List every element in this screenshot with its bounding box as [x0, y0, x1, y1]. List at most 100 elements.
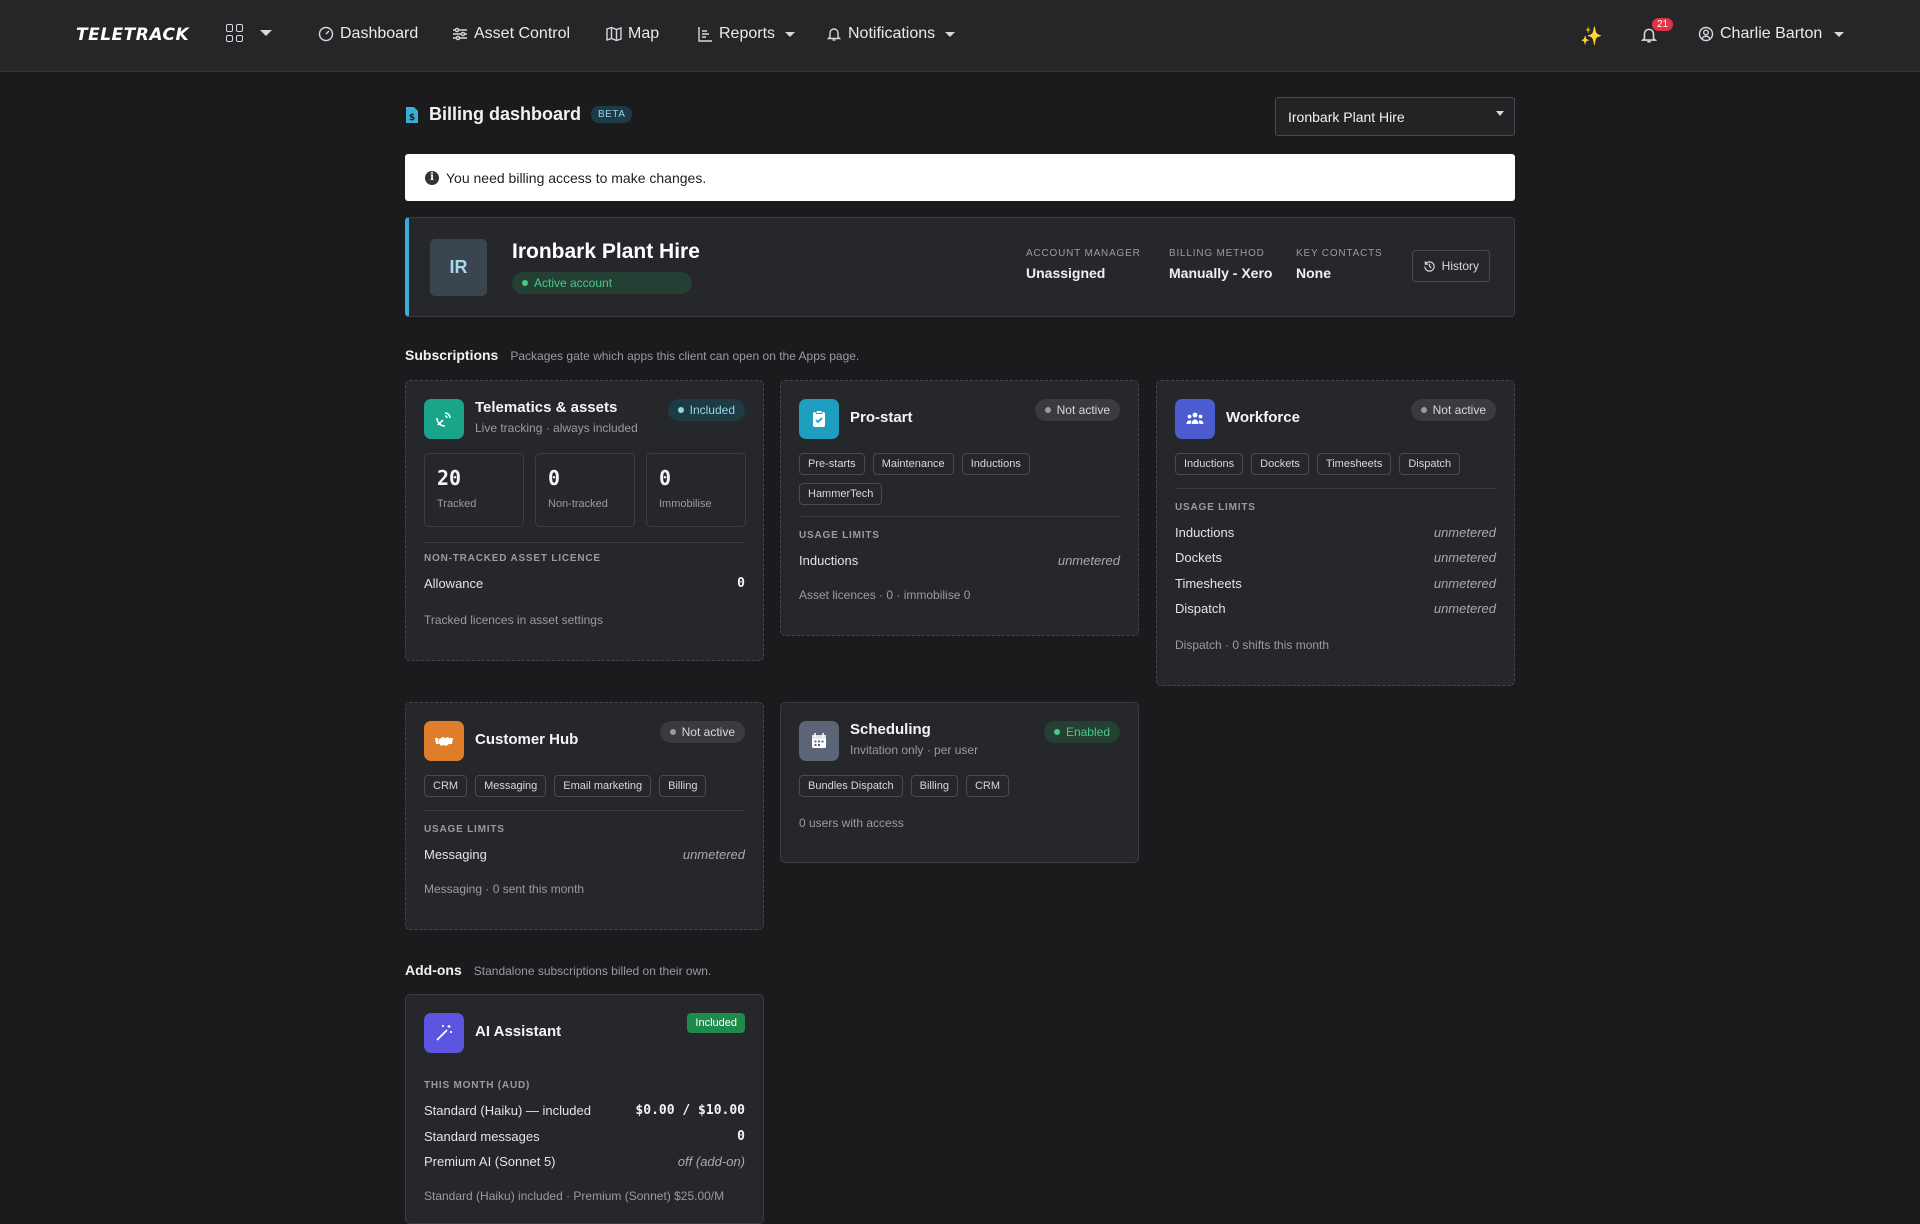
chevron-down-icon — [785, 31, 796, 37]
nav-reports[interactable]: Reports — [697, 25, 796, 43]
section-label: NON-TRACKED ASSET LICENCE — [424, 553, 601, 564]
row-label: Standard messages — [424, 1129, 540, 1144]
user-menu[interactable]: Charlie Barton — [1698, 25, 1845, 43]
nav-asset-control[interactable]: Asset Control — [452, 25, 570, 43]
chevron-down-icon — [1496, 111, 1504, 116]
ai-sparkle-icon[interactable]: ✨ — [1580, 26, 1602, 47]
package-customer-hub[interactable]: Customer Hub Not active CRM Messaging Em… — [405, 702, 764, 930]
chart-bar-icon — [698, 27, 712, 42]
feature-tag: CRM — [424, 775, 468, 797]
badge-text: Not active — [681, 725, 735, 739]
usage-row: Dockets unmetered — [1175, 550, 1496, 565]
not-active-badge: Not active — [1410, 399, 1496, 421]
usage-row: Messaging unmetered — [424, 847, 745, 862]
package-footnote[interactable]: Tracked licences in asset settings — [424, 613, 603, 627]
row-label: Dispatch — [1175, 601, 1226, 616]
package-title: Scheduling — [850, 721, 931, 738]
package-subtitle: Live tracking · always included — [475, 421, 638, 435]
package-prestart[interactable]: Pro-start Not active Pre-starts Maintena… — [780, 380, 1139, 636]
badge-text: Not active — [1432, 403, 1486, 417]
permission-alert: i You need billing access to make change… — [405, 154, 1515, 201]
people-group-icon — [1175, 399, 1215, 439]
package-footnote: Messaging · 0 sent this month — [424, 882, 585, 896]
allowance-row: Allowance 0 — [424, 576, 745, 591]
handshake-icon — [424, 721, 464, 761]
divider — [799, 516, 1120, 517]
key-contacts-value: None — [1296, 265, 1331, 281]
brand-logo[interactable]: TELETRACK — [76, 25, 189, 45]
package-footnote: Dispatch · 0 shifts this month — [1175, 638, 1330, 652]
feature-tag: Inductions — [961, 453, 1030, 475]
package-footnote: 0 users with access — [799, 816, 904, 830]
beta-badge: BETA — [591, 106, 633, 123]
account-card: IR Ironbark Plant Hire Active account AC… — [405, 217, 1515, 317]
feature-tag: Maintenance — [872, 453, 954, 475]
section-label: THIS MONTH (AUD) — [424, 1080, 531, 1091]
account-status-badge: Active account — [512, 272, 692, 294]
nav-dashboard[interactable]: Dashboard — [318, 25, 418, 43]
user-name: Charlie Barton — [1720, 25, 1823, 42]
notification-count-badge: 21 — [1652, 18, 1674, 31]
feature-tag: Pre-starts — [799, 453, 865, 475]
package-scheduling[interactable]: Scheduling Invitation only · per user En… — [780, 702, 1139, 863]
history-button[interactable]: History — [1411, 250, 1490, 282]
nav-asset-control-label: Asset Control — [474, 25, 571, 42]
package-title: Pro-start — [850, 409, 913, 426]
billing-method-value: Manually - Xero — [1169, 265, 1273, 281]
account-manager: ACCOUNT MANAGER Unassigned — [1026, 248, 1141, 281]
stat-label: Immobilise — [659, 498, 712, 510]
feature-tags: Pre-starts Maintenance Inductions Hammer… — [799, 453, 1099, 505]
feature-tag: Dockets — [1251, 453, 1309, 475]
feature-tag: Billing — [659, 775, 707, 797]
addon-ai-assistant[interactable]: AI Assistant Included THIS MONTH (AUD) S… — [405, 994, 764, 1224]
stat-label: Non-tracked — [548, 498, 608, 510]
section-label: USAGE LIMITS — [799, 530, 880, 541]
row-label: Allowance — [424, 576, 484, 591]
nav-map[interactable]: Map — [606, 25, 659, 43]
package-workforce[interactable]: Workforce Not active Inductions Dockets … — [1156, 380, 1515, 686]
feature-tags: Bundles Dispatch Billing CRM — [799, 775, 1010, 797]
usage-row: Premium AI (Sonnet 5) off (add-on) — [424, 1154, 745, 1169]
subscriptions-subtitle: Packages gate which apps this client can… — [510, 349, 860, 363]
nav-notifications[interactable]: Notifications — [826, 25, 956, 43]
usage-row: Inductions unmetered — [799, 553, 1120, 568]
apps-grid-button[interactable] — [226, 24, 272, 42]
row-label: Inductions — [1175, 525, 1235, 540]
addons-subtitle: Standalone subscriptions billed on their… — [473, 964, 712, 978]
usage-row: Timesheets unmetered — [1175, 576, 1496, 591]
package-title: Telematics & assets — [475, 399, 618, 416]
feature-tag: Bundles Dispatch — [799, 775, 903, 797]
user-circle-icon — [1698, 26, 1714, 42]
divider — [424, 810, 745, 811]
stat-non-tracked: 0 Non-tracked — [535, 453, 635, 527]
row-label: Dockets — [1175, 550, 1222, 565]
row-value: unmetered — [1433, 525, 1496, 540]
gauge-icon — [318, 26, 334, 42]
client-select[interactable]: Ironbark Plant Hire — [1275, 97, 1515, 136]
billing-file-icon: $ — [406, 106, 418, 123]
feature-tag: Timesheets — [1316, 453, 1392, 475]
feature-tag: Messaging — [475, 775, 547, 797]
divider — [1175, 488, 1496, 489]
satellite-dish-icon — [424, 399, 464, 439]
not-active-badge: Not active — [1034, 399, 1120, 421]
feature-tags: Inductions Dockets Timesheets Dispatch — [1175, 453, 1461, 475]
chevron-down-icon — [260, 30, 272, 36]
row-value: unmetered — [1433, 550, 1496, 565]
row-label: Inductions — [799, 553, 859, 568]
asset-stats: 20 Tracked 0 Non-tracked 0 Immobilise — [424, 453, 746, 527]
svg-text:$: $ — [409, 113, 415, 123]
package-subtitle: Invitation only · per user — [850, 743, 979, 757]
billing-method-label: BILLING METHOD — [1169, 248, 1265, 259]
usage-row: Inductions unmetered — [1175, 525, 1496, 540]
account-name: Ironbark Plant Hire — [512, 240, 700, 263]
nav-dashboard-label: Dashboard — [340, 25, 419, 42]
package-telematics[interactable]: Telematics & assets Live tracking · alwa… — [405, 380, 764, 661]
feature-tag: Email marketing — [554, 775, 652, 797]
feature-tag: Billing — [910, 775, 958, 797]
package-title: Workforce — [1226, 409, 1300, 426]
sliders-icon — [453, 27, 467, 41]
client-select-value: Ironbark Plant Hire — [1288, 109, 1405, 125]
usage-row: Standard messages 0 — [424, 1129, 745, 1144]
account-avatar: IR — [430, 239, 487, 296]
